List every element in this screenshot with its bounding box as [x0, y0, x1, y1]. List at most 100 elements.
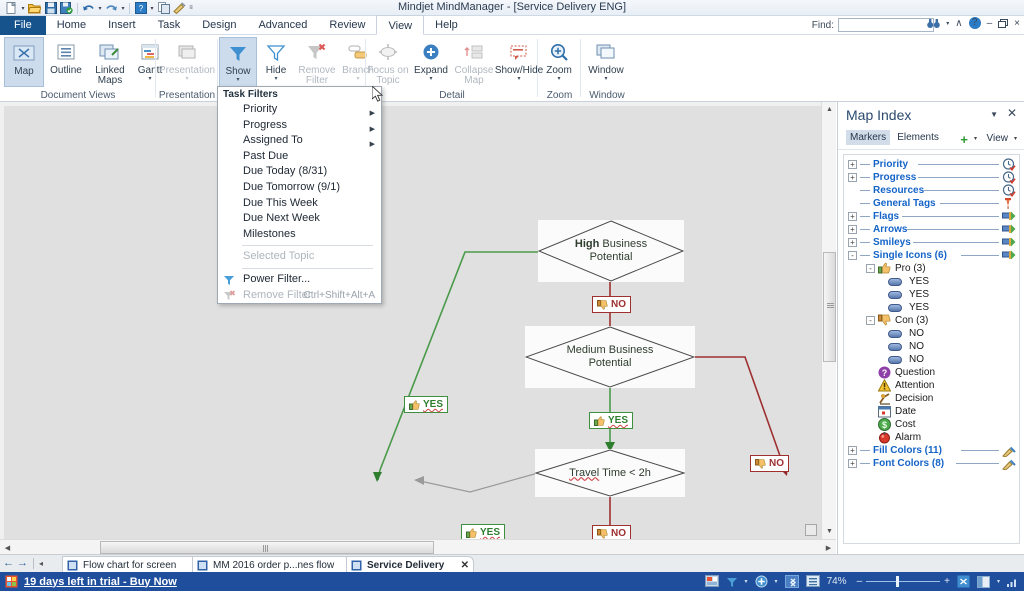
close-button[interactable]: ×: [1014, 18, 1020, 29]
signal-icon[interactable]: [1007, 577, 1018, 587]
chevron-down-icon[interactable]: ▾: [236, 77, 239, 83]
document-tab-service-delivery[interactable]: Service Delivery ENG ✕: [346, 556, 474, 588]
tree-expander-icon[interactable]: +: [848, 238, 857, 247]
document-tab-mm2016[interactable]: MM 2016 order p...nes flow chart*: [192, 556, 351, 588]
menu-item-due-today-8-31[interactable]: Due Today (8/31): [218, 164, 381, 180]
tab-review[interactable]: Review: [318, 16, 376, 35]
chevron-down-icon[interactable]: ▾: [429, 76, 432, 82]
minimize-button[interactable]: –: [987, 18, 993, 29]
tree-expander-icon[interactable]: +: [848, 225, 857, 234]
tree-row-yes-11[interactable]: YES: [844, 301, 1019, 314]
tree-expander-icon[interactable]: +: [848, 160, 857, 169]
layout-icon[interactable]: [976, 575, 990, 588]
panel-tab-markers[interactable]: Markers: [846, 130, 891, 145]
panel-close-icon[interactable]: ✕: [1007, 106, 1017, 120]
task-filters-menu[interactable]: Task Filters Priority ▶ Progress ▶ Assigned …: [217, 86, 382, 305]
tree-row-attention-17[interactable]: Attention: [844, 378, 1019, 392]
tree-row-yes-10[interactable]: YES: [844, 288, 1019, 301]
ribbon-button-focus-on-topic[interactable]: Focus on Topic: [366, 37, 410, 87]
tree-row-pro-3-8[interactable]: - Pro (3): [844, 262, 1019, 275]
tree-row-arrows-5[interactable]: + Arrows: [844, 223, 1019, 236]
badge-yes-travel[interactable]: YES: [461, 524, 506, 539]
ribbon-button-outline[interactable]: Outline: [46, 37, 86, 87]
ribbon-button-map[interactable]: Map: [4, 37, 44, 87]
tree-expander-icon[interactable]: +: [848, 212, 857, 221]
ribbon-button-hide[interactable]: Hide ▾: [258, 37, 294, 87]
zoom-slider[interactable]: 74% – +: [827, 576, 950, 587]
collapse-ribbon-button[interactable]: ∧: [955, 18, 962, 29]
help-circle-icon[interactable]: ?: [968, 17, 981, 29]
tab-insert[interactable]: Insert: [97, 16, 147, 35]
tab-task[interactable]: Task: [147, 16, 192, 35]
tree-row-con-3-12[interactable]: - Con (3): [844, 314, 1019, 327]
panel-menu-icon[interactable]: ▼: [990, 110, 998, 119]
chevron-down-icon[interactable]: ▾: [185, 76, 188, 82]
tree-expander-icon[interactable]: -: [848, 251, 857, 260]
chevron-down-icon[interactable]: ▾: [557, 76, 560, 82]
tab-forward-icon[interactable]: →: [17, 557, 28, 569]
panel-view-button[interactable]: View: [987, 133, 1009, 144]
menu-item-assigned-to[interactable]: Assigned To ▶: [218, 133, 381, 149]
tree-expander-icon[interactable]: +: [848, 173, 857, 182]
tree-row-general-tags-3[interactable]: General Tags: [844, 197, 1019, 210]
status-filter-caret-icon[interactable]: ▾: [745, 578, 748, 585]
ribbon-button-collapse-map[interactable]: Collapse Map: [452, 37, 496, 87]
marker-tree[interactable]: + Priority + Progress Resources General Tags +…: [843, 154, 1020, 544]
tree-row-font-colors-8-23[interactable]: + Font Colors (8): [844, 457, 1019, 471]
ribbon-button-expand[interactable]: Expand ▾: [410, 37, 452, 87]
tree-expander-icon[interactable]: +: [848, 446, 857, 455]
status-outline-view-icon[interactable]: [805, 575, 820, 588]
fit-map-icon[interactable]: [957, 575, 970, 588]
document-tab-flow-chart[interactable]: Flow chart for screen shot*: [62, 556, 197, 588]
zoom-track[interactable]: [866, 576, 941, 587]
tree-expander-icon[interactable]: -: [866, 264, 875, 273]
tree-row-yes-9[interactable]: YES: [844, 275, 1019, 288]
tree-row-flags-4[interactable]: + Flags: [844, 210, 1019, 223]
tree-row-single-icons-6-7[interactable]: - Single Icons (6): [844, 249, 1019, 262]
tree-row-smileys-6[interactable]: + Smileys: [844, 236, 1019, 249]
tree-row-priority-0[interactable]: + Priority: [844, 158, 1019, 171]
tree-expander-icon[interactable]: +: [848, 459, 857, 468]
add-topic-caret-icon[interactable]: ▾: [775, 578, 778, 585]
panel-view-caret-icon[interactable]: ▾: [1014, 135, 1017, 142]
tree-row-progress-1[interactable]: + Progress: [844, 171, 1019, 184]
map-canvas[interactable]: High Business Potential Medium Business …: [0, 102, 836, 539]
menu-item-past-due[interactable]: Past Due: [218, 149, 381, 165]
badge-no-high[interactable]: NO: [592, 296, 631, 313]
scroll-down-icon[interactable]: ▼: [822, 524, 837, 539]
menu-item-priority[interactable]: Priority ▶: [218, 102, 381, 118]
tab-help[interactable]: Help: [424, 16, 469, 35]
menu-item-due-tomorrow-9-1[interactable]: Due Tomorrow (9/1): [218, 180, 381, 196]
tab-design[interactable]: Design: [191, 16, 247, 35]
tab-view[interactable]: View: [376, 15, 425, 35]
tree-row-question-16[interactable]: ? Question: [844, 366, 1019, 379]
status-map-view-icon[interactable]: [784, 575, 799, 588]
canvas-vertical-scrollbar[interactable]: ▲ ▼: [821, 102, 836, 539]
decision-travel-time[interactable]: Travel Time < 2h: [535, 449, 685, 497]
tree-row-fill-colors-11-22[interactable]: + Fill Colors (11): [844, 444, 1019, 458]
decision-high-business-potential[interactable]: High Business Potential: [538, 220, 684, 282]
menu-item-progress[interactable]: Progress ▶: [218, 118, 381, 134]
scroll-right-icon[interactable]: ▶: [821, 540, 836, 555]
chevron-down-icon[interactable]: ▾: [604, 76, 607, 82]
zoom-out-button[interactable]: –: [857, 576, 863, 587]
tree-row-decision-18[interactable]: Decision: [844, 392, 1019, 405]
scroll-left-icon[interactable]: ◀: [0, 540, 15, 555]
map-parts-icon[interactable]: [704, 575, 719, 588]
tree-row-resources-2[interactable]: Resources: [844, 184, 1019, 197]
tree-row-cost-20[interactable]: $ Cost: [844, 418, 1019, 431]
tab-back-icon[interactable]: ←: [3, 557, 14, 569]
ribbon-button-show-hide[interactable]: Show/Hide ▾: [495, 37, 543, 87]
tab-advanced[interactable]: Advanced: [247, 16, 318, 35]
tab-home[interactable]: Home: [46, 16, 97, 35]
panel-tab-elements[interactable]: Elements: [893, 130, 943, 145]
badge-no-medium[interactable]: NO: [750, 455, 789, 472]
zoom-knob[interactable]: [896, 576, 900, 587]
chevron-down-icon[interactable]: ▾: [274, 76, 277, 82]
badge-yes-medium[interactable]: YES: [589, 412, 634, 429]
tree-row-date-19[interactable]: Date: [844, 405, 1019, 418]
chevron-down-icon[interactable]: ▾: [356, 76, 359, 82]
ribbon-button-window[interactable]: Window ▾: [581, 37, 631, 87]
tree-row-no-15[interactable]: NO: [844, 353, 1019, 366]
tree-row-no-13[interactable]: NO: [844, 327, 1019, 340]
